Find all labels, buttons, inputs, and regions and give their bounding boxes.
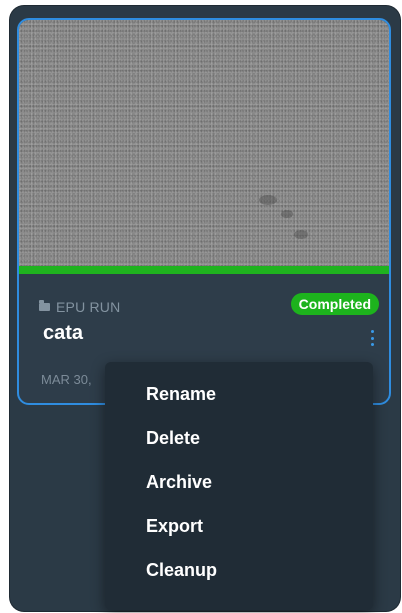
menu-item-rename[interactable]: Rename — [146, 384, 216, 405]
run-card[interactable]: EPU RUN Completed cata MAR 30, — [17, 18, 391, 405]
progress-bar — [19, 266, 389, 274]
menu-item-export[interactable]: Export — [146, 516, 203, 537]
menu-item-cleanup[interactable]: Cleanup — [146, 560, 217, 581]
kebab-menu-icon[interactable] — [371, 330, 375, 346]
kebab-dot — [371, 343, 374, 346]
context-menu: Rename Delete Archive Export Cleanup — [105, 362, 373, 610]
thumbnail-particle — [294, 230, 308, 239]
kebab-dot — [371, 336, 374, 340]
thumbnail-particle — [259, 195, 277, 205]
folder-icon — [39, 300, 50, 311]
run-name: cata — [43, 322, 84, 344]
menu-item-archive[interactable]: Archive — [146, 472, 212, 493]
kebab-dot — [371, 330, 374, 333]
menu-item-delete[interactable]: Delete — [146, 428, 200, 449]
status-badge: Completed — [290, 293, 379, 315]
thumbnail-particle — [281, 210, 293, 218]
run-date: MAR 30, — [41, 372, 92, 387]
progress-bar-fill — [19, 266, 389, 274]
run-type-label: EPU RUN — [56, 299, 121, 315]
run-type: EPU RUN — [39, 299, 120, 315]
micrograph-thumbnail[interactable] — [19, 20, 389, 266]
